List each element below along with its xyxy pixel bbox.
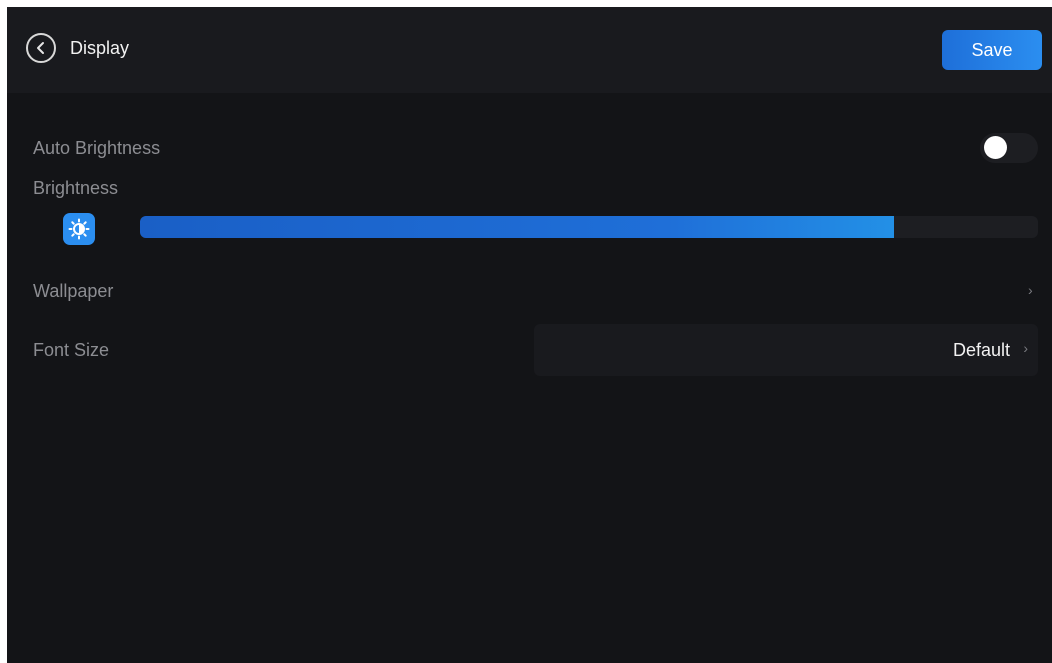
font-size-selector[interactable]: Default › xyxy=(534,324,1038,376)
brightness-slider-fill xyxy=(140,216,895,238)
toggle-knob xyxy=(984,136,1007,159)
chevron-left-icon xyxy=(37,42,44,54)
sun-icon xyxy=(63,213,95,245)
brightness-label: Brightness xyxy=(33,178,119,198)
chevron-right-icon: › xyxy=(1023,340,1028,356)
display-settings-screen: Display Save Auto Brightness Brightness xyxy=(7,7,1052,663)
auto-brightness-toggle[interactable] xyxy=(980,133,1038,163)
font-size-value: Default xyxy=(952,340,1010,360)
wallpaper-row[interactable]: Wallpaper › xyxy=(7,265,1052,315)
save-button[interactable]: Save xyxy=(942,30,1042,70)
header-bar: Display Save xyxy=(7,7,1052,93)
chevron-right-icon: › xyxy=(1028,282,1033,298)
wallpaper-label: Wallpaper xyxy=(33,281,114,301)
page-title: Display xyxy=(70,38,130,58)
back-button[interactable] xyxy=(26,33,56,63)
brightness-slider[interactable] xyxy=(140,216,1038,238)
font-size-label: Font Size xyxy=(33,340,110,360)
auto-brightness-label: Auto Brightness xyxy=(33,138,161,158)
